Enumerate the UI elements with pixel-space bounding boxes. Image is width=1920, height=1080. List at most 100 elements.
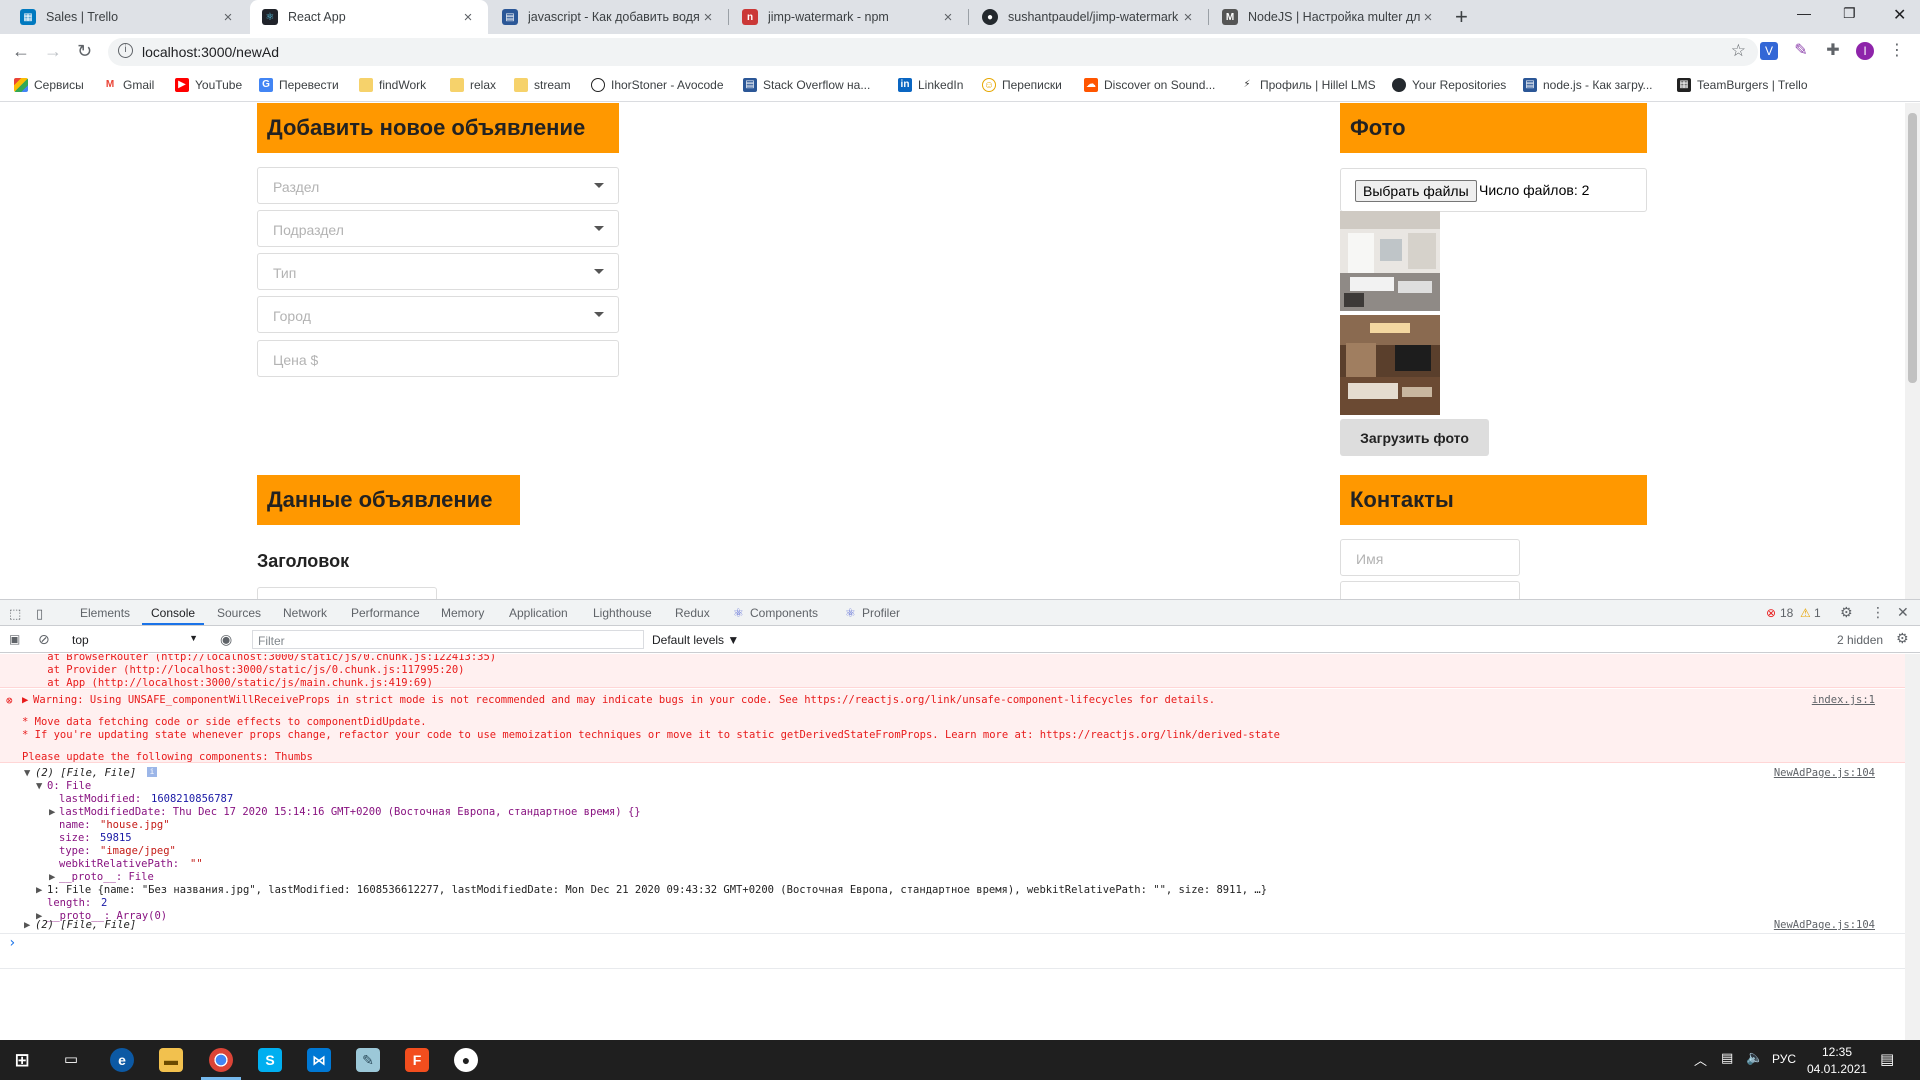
windows-start-icon[interactable]: ⊞ [10, 1048, 34, 1072]
close-icon[interactable]: × [700, 9, 716, 26]
task-view-icon[interactable]: ▭ [59, 1048, 83, 1072]
language-indicator[interactable]: РУС [1772, 1052, 1796, 1066]
skype-icon[interactable]: S [258, 1048, 282, 1072]
address-bar[interactable]: i localhost:3000/newAd ☆ [108, 38, 1758, 66]
tab-components[interactable]: Components [750, 606, 818, 620]
reload-icon[interactable]: ↻ [77, 41, 92, 62]
scrollbar-thumb[interactable] [1908, 113, 1917, 383]
warning-icon[interactable]: ⚠ [1800, 606, 1811, 620]
title-input[interactable] [257, 587, 437, 599]
bookmark-item[interactable]: relax [450, 78, 496, 92]
bookmark-item[interactable]: ⚡ Профиль | Hillel LMS [1240, 78, 1376, 92]
avocode-icon[interactable]: ● [454, 1048, 478, 1072]
volume-icon[interactable]: 🔈 [1746, 1049, 1763, 1066]
eye-icon[interactable]: ◉ [220, 631, 232, 648]
bookmark-item[interactable]: ☺ Переписки [982, 78, 1062, 92]
tab-npm[interactable]: n jimp-watermark - npm × [730, 0, 968, 34]
inspect-element-icon[interactable]: ⬚ [9, 606, 21, 622]
tab-react-app[interactable]: ⚛ React App × [250, 0, 488, 34]
tab-elements[interactable]: Elements [80, 606, 130, 620]
clock-time[interactable]: 12:35 [1822, 1045, 1852, 1059]
bookmark-item[interactable]: ▤ Stack Overflow на... [743, 78, 870, 92]
context-select[interactable]: top ▼ [68, 630, 202, 649]
forward-icon[interactable]: → [44, 41, 62, 62]
price-input[interactable]: Цена $ [257, 340, 619, 377]
name-input[interactable]: Имя [1340, 539, 1520, 576]
bookmark-item[interactable]: ☁ Discover on Sound... [1084, 78, 1215, 92]
restore-icon[interactable]: ❐ [1843, 5, 1856, 22]
log-levels-select[interactable]: Default levels ▼ [652, 633, 739, 647]
warning-count[interactable]: 1 [1814, 606, 1821, 620]
expand-triangle-icon[interactable]: ▶ [36, 884, 42, 896]
expand-triangle-icon[interactable]: ▶ [22, 694, 28, 706]
profile-avatar[interactable]: I [1856, 42, 1874, 60]
bookmark-item[interactable]: stream [514, 78, 571, 92]
tab-memory[interactable]: Memory [441, 606, 484, 620]
edge-icon[interactable]: e [110, 1048, 134, 1072]
device-toolbar-icon[interactable]: ▯ [36, 606, 43, 622]
error-count[interactable]: 18 [1780, 606, 1793, 620]
figma-icon[interactable]: F [405, 1048, 429, 1072]
console-settings-gear-icon[interactable]: ⚙ [1896, 630, 1909, 647]
city-select[interactable]: Город [257, 296, 619, 333]
minimize-icon[interactable]: — [1797, 5, 1811, 21]
vscode-icon[interactable]: ⋈ [307, 1048, 331, 1072]
close-icon[interactable]: × [460, 9, 476, 26]
close-icon[interactable]: × [1180, 9, 1196, 26]
menu-kebab-icon[interactable]: ⋮ [1888, 42, 1906, 60]
expand-triangle-icon[interactable]: ▶ [49, 871, 55, 883]
clear-console-icon[interactable]: ⊘ [38, 631, 50, 648]
phone-input[interactable] [1340, 581, 1520, 599]
close-devtools-icon[interactable]: ✕ [1897, 604, 1909, 621]
tab-trello[interactable]: ▦ Sales | Trello × [8, 0, 248, 34]
info-icon[interactable]: i [118, 43, 133, 58]
bookmark-item[interactable]: ▤ node.js - Как загру... [1523, 78, 1653, 92]
console-filter-input[interactable]: Filter [252, 630, 644, 649]
expand-triangle-icon[interactable]: ▶ [24, 919, 30, 931]
tab-network[interactable]: Network [283, 606, 327, 620]
chrome-icon[interactable] [209, 1048, 233, 1072]
collapse-triangle-icon[interactable]: ▼ [24, 767, 30, 779]
file-explorer-icon[interactable]: ▬ [159, 1048, 183, 1072]
tab-metanit[interactable]: M NodeJS | Настройка multer для × [1210, 0, 1448, 34]
close-icon[interactable]: × [940, 9, 956, 26]
console-scrollbar[interactable] [1905, 654, 1920, 1041]
upload-photo-button[interactable]: Загрузить фото [1340, 419, 1489, 456]
choose-files-button[interactable]: Выбрать файлы [1355, 180, 1477, 202]
tab-github[interactable]: ● sushantpaudel/jimp-watermark × [970, 0, 1208, 34]
bookmark-item[interactable]: G Перевести [259, 78, 339, 92]
bookmark-item[interactable]: Сервисы [14, 78, 84, 92]
sidebar-toggle-icon[interactable]: ▣ [9, 632, 20, 646]
source-link[interactable]: index.js:1 [1812, 694, 1875, 706]
extension-pen-icon[interactable]: ✎ [1792, 42, 1810, 60]
type-select[interactable]: Тип [257, 253, 619, 290]
subsection-select[interactable]: Подраздел [257, 210, 619, 247]
bookmark-item[interactable]: findWork [359, 78, 426, 92]
section-select[interactable]: Раздел [257, 167, 619, 204]
bookmark-item[interactable]: ▶ YouTube [175, 78, 242, 92]
bookmark-item[interactable]: in LinkedIn [898, 78, 963, 92]
expand-triangle-icon[interactable]: ▶ [49, 806, 55, 818]
close-icon[interactable]: × [220, 9, 236, 26]
file-input[interactable]: Выбрать файлы Число файлов: 2 [1340, 168, 1647, 212]
page-scrollbar[interactable] [1905, 103, 1920, 599]
source-link[interactable]: NewAdPage.js:104 [1774, 919, 1875, 931]
network-icon[interactable]: ▤ [1721, 1050, 1733, 1066]
tab-lighthouse[interactable]: Lighthouse [593, 606, 652, 620]
back-icon[interactable]: ← [12, 41, 30, 62]
bookmark-item[interactable]: IhorStoner - Avocode [591, 78, 724, 92]
tab-profiler[interactable]: Profiler [862, 606, 900, 620]
bookmark-item[interactable]: Your Repositories [1392, 78, 1506, 92]
tab-sources[interactable]: Sources [217, 606, 261, 620]
tray-chevron-up-icon[interactable]: ︿ [1694, 1050, 1707, 1069]
bookmark-item[interactable]: M Gmail [103, 78, 154, 92]
tab-redux[interactable]: Redux [675, 606, 710, 620]
window-close-icon[interactable]: ✕ [1893, 5, 1906, 25]
tab-console[interactable]: Console [151, 606, 195, 620]
info-badge-icon[interactable]: i [147, 767, 157, 777]
more-kebab-icon[interactable]: ⋮ [1871, 604, 1885, 621]
extension-v-icon[interactable]: V [1760, 42, 1778, 60]
close-icon[interactable]: × [1420, 9, 1436, 26]
bookmark-star-icon[interactable]: ☆ [1731, 41, 1746, 61]
notifications-icon[interactable]: ▤ [1880, 1050, 1894, 1068]
